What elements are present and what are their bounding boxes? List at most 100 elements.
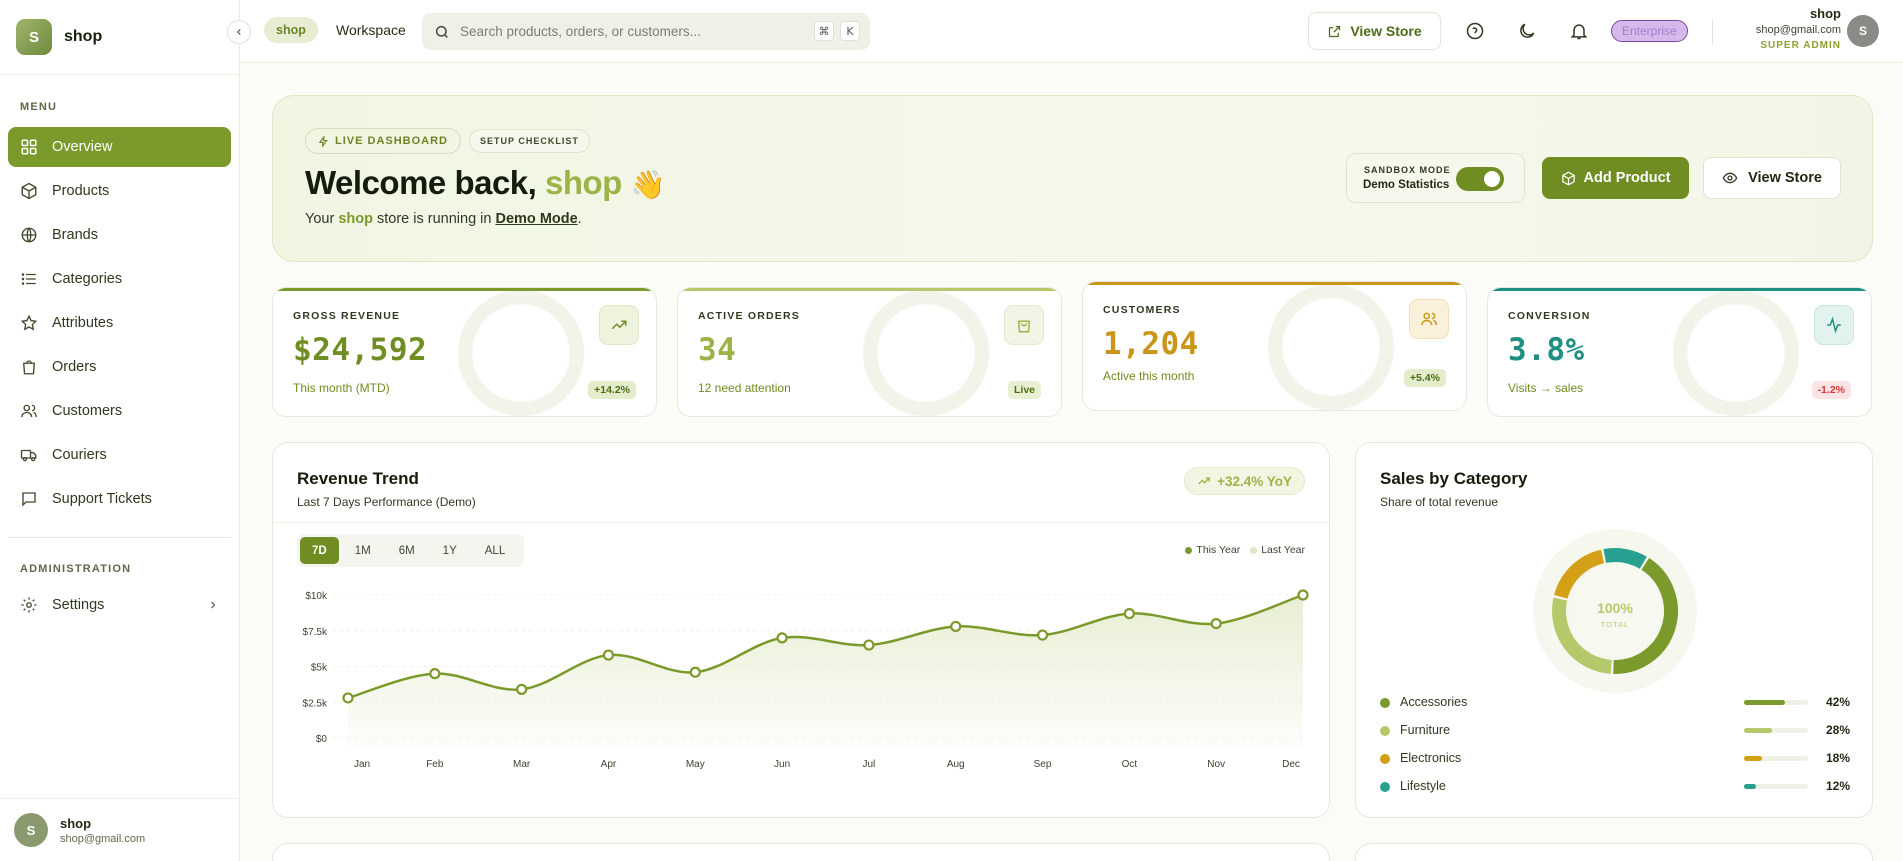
live-dashboard-label: LIVE DASHBOARD — [335, 135, 449, 147]
stat-change-badge: +5.4% — [1403, 369, 1446, 387]
sidebar-item-customers[interactable]: Customers — [8, 391, 231, 431]
avatar[interactable]: S — [1847, 15, 1879, 47]
card-accent-bar — [678, 288, 1061, 291]
sandbox-mode-panel: SANDBOX MODE Demo Statistics — [1346, 153, 1525, 203]
data-point[interactable] — [1297, 589, 1309, 601]
shop-pill[interactable]: shop — [264, 17, 318, 43]
sidebar-item-brands[interactable]: Brands — [8, 215, 231, 255]
sidebar-item-label: Overview — [52, 139, 113, 155]
search-box[interactable]: ⌘ K — [422, 13, 870, 50]
stat-label: GROSS REVENUE — [293, 310, 401, 322]
collapse-sidebar-button[interactable] — [227, 20, 251, 44]
user-email: shop@gmail.com — [60, 832, 146, 845]
subtitle-text: Your — [305, 211, 335, 227]
sandbox-toggle[interactable] — [1456, 167, 1504, 191]
data-point[interactable] — [429, 668, 441, 680]
stat-value: 3.8% — [1508, 332, 1585, 368]
sidebar-item-settings[interactable]: Settings — [8, 585, 231, 625]
donut-slice-lifestyle[interactable] — [1603, 548, 1647, 569]
data-point[interactable] — [776, 632, 788, 644]
category-percent: 28% — [1825, 723, 1850, 737]
sidebar-item-categories[interactable]: Categories — [8, 259, 231, 299]
y-tick-label: $7.5k — [303, 627, 328, 638]
demo-mode-link[interactable]: Demo Mode — [496, 211, 578, 227]
page-title: Welcome back, shop 👋 — [305, 164, 665, 202]
stat-change-badge: -1.2% — [1811, 381, 1851, 399]
admin-section-title: ADMINISTRATION — [20, 563, 132, 575]
trending-up-icon — [611, 320, 627, 330]
topbar-user-role: SUPER ADMIN — [1760, 40, 1841, 51]
card-accent-bar — [273, 288, 656, 291]
category-color-dot — [1380, 726, 1390, 736]
data-point[interactable] — [342, 692, 354, 704]
category-title: Sales by Category — [1380, 469, 1528, 488]
category-row-lifestyle[interactable]: Lifestyle 12% — [1380, 777, 1850, 797]
category-color-dot — [1380, 754, 1390, 764]
view-store-secondary-button[interactable]: View Store — [1703, 157, 1841, 199]
x-tick-label: Jan — [354, 759, 370, 770]
help-button[interactable] — [1463, 19, 1487, 43]
add-product-button[interactable]: Add Product — [1542, 157, 1689, 199]
user-name: shop — [60, 815, 92, 831]
avatar: S — [14, 813, 48, 847]
sidebar-item-support-tickets[interactable]: Support Tickets — [8, 479, 231, 519]
category-color-dot — [1380, 698, 1390, 708]
category-name: Accessories — [1400, 695, 1468, 709]
x-tick-label: Sep — [1034, 759, 1052, 770]
data-point[interactable] — [863, 639, 875, 651]
view-store-button[interactable]: View Store — [1308, 12, 1441, 50]
sidebar-user[interactable]: S shop shop@gmail.com — [0, 798, 239, 861]
data-point[interactable] — [950, 620, 962, 633]
help-icon — [1466, 22, 1484, 40]
stat-card-customers[interactable]: CUSTOMERS 1,204 Active this month +5.4% — [1082, 281, 1467, 411]
sidebar-item-couriers[interactable]: Couriers — [8, 435, 231, 475]
category-name: Electronics — [1400, 751, 1462, 765]
search-input[interactable] — [460, 24, 800, 39]
x-tick-label: Feb — [426, 759, 444, 770]
brand-avatar: S — [16, 19, 52, 55]
notifications-button[interactable] — [1567, 19, 1591, 43]
topbar-user[interactable]: shop shop@gmail.com SUPER ADMIN — [1756, 6, 1841, 51]
sidebar-item-label: Attributes — [52, 315, 114, 331]
stat-change-badge: Live — [1007, 381, 1041, 399]
category-row-furniture[interactable]: Furniture 28% — [1380, 721, 1850, 741]
workspace-link[interactable]: Workspace — [336, 22, 406, 38]
setup-checklist-button[interactable]: SETUP CHECKLIST — [469, 129, 590, 153]
theme-toggle-button[interactable] — [1515, 19, 1539, 43]
globe-icon — [21, 227, 37, 243]
bag-icon — [23, 360, 35, 375]
plan-badge[interactable]: Enterprise — [1611, 20, 1688, 42]
sidebar-item-attributes[interactable]: Attributes — [8, 303, 231, 343]
live-dashboard-badge: LIVE DASHBOARD — [305, 128, 462, 154]
stat-card-gross-revenue[interactable]: GROSS REVENUE $24,592 This month (MTD) +… — [272, 287, 657, 417]
stat-value: $24,592 — [293, 332, 428, 368]
sidebar-item-products[interactable]: Products — [8, 171, 231, 211]
subtitle-shop: shop — [338, 211, 373, 227]
gear-icon — [21, 597, 37, 613]
stat-card-conversion[interactable]: CONVERSION 3.8% Visits → sales -1.2% — [1487, 287, 1872, 417]
stat-footer: Active this month — [1103, 369, 1195, 383]
stat-footer: This month (MTD) — [293, 381, 390, 395]
category-progress-fill — [1744, 700, 1786, 705]
welcome-banner: LIVE DASHBOARD SETUP CHECKLIST Welcome b… — [272, 95, 1873, 262]
stat-card-active-orders[interactable]: ACTIVE ORDERS 34 12 need attention Live — [677, 287, 1062, 417]
data-point[interactable] — [1210, 618, 1222, 630]
category-row-accessories[interactable]: Accessories 42% — [1380, 693, 1850, 713]
category-row-electronics[interactable]: Electronics 18% — [1380, 749, 1850, 769]
data-point[interactable] — [1036, 629, 1049, 641]
data-point[interactable] — [1123, 607, 1135, 620]
data-point[interactable] — [602, 649, 615, 661]
y-tick-label: $0 — [316, 734, 328, 745]
sidebar-item-overview[interactable]: Overview — [8, 127, 231, 167]
subtitle-text: . — [577, 211, 582, 227]
data-point[interactable] — [689, 666, 701, 678]
chevron-left-icon — [236, 29, 241, 35]
sidebar-brand[interactable]: S shop — [0, 0, 239, 75]
stat-icon-box — [1409, 299, 1449, 339]
data-point[interactable] — [516, 683, 528, 695]
sidebar-item-label: Support Tickets — [52, 491, 152, 507]
stat-label: CUSTOMERS — [1103, 304, 1181, 316]
sidebar-item-orders[interactable]: Orders — [8, 347, 231, 387]
stat-value: 34 — [698, 332, 737, 368]
revenue-trend-card: Revenue Trend Last 7 Days Performance (D… — [272, 442, 1330, 818]
